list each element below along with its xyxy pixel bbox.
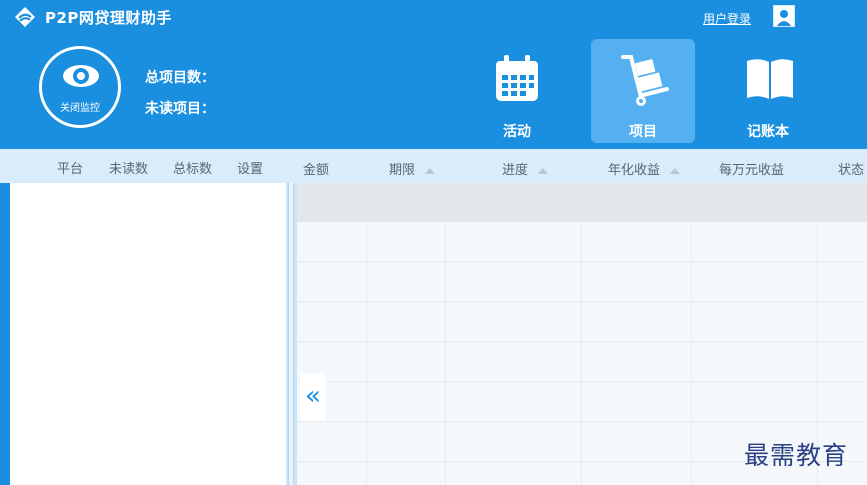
calendar-icon: [496, 55, 538, 101]
column-divider: [366, 183, 367, 485]
app-title: P2P网贷理财助手: [45, 9, 172, 27]
toggle-monitor-button[interactable]: 关闭监控: [39, 46, 121, 128]
col-settings[interactable]: 设置: [237, 158, 263, 177]
sort-ascending-icon: [538, 167, 549, 174]
sort-ascending-icon: [425, 167, 436, 174]
nav-tab-activity-label: 活动: [503, 124, 531, 140]
left-edge: [0, 183, 10, 485]
table-row[interactable]: [297, 263, 867, 302]
col-status[interactable]: 状态: [838, 159, 864, 178]
platform-list-header: 平台 未读数 总标数 设置: [0, 149, 297, 183]
col-yield-per-10k[interactable]: 每万元收益: [719, 159, 784, 178]
nav-tab-ledger-label: 记账本: [747, 124, 789, 140]
p2p-logo-icon: [15, 7, 35, 27]
col-term[interactable]: 期限: [389, 159, 436, 178]
table-row[interactable]: [297, 343, 867, 382]
sort-ascending-icon: [670, 167, 681, 174]
nav-tab-activity[interactable]: 活动: [465, 39, 569, 143]
eye-icon: [63, 65, 99, 87]
col-platform[interactable]: 平台: [57, 158, 83, 177]
project-table-header: 金额 期限 进度 年化收益 每万元收益 状态: [297, 149, 867, 183]
login-link[interactable]: 用户登录: [703, 10, 751, 27]
column-divider: [445, 183, 446, 485]
panel-splitter[interactable]: [286, 183, 297, 485]
table-row[interactable]: [297, 183, 867, 222]
table-row[interactable]: [297, 303, 867, 342]
monitor-label: 关闭监控: [60, 103, 100, 114]
column-divider: [581, 183, 582, 485]
col-amount[interactable]: 金额: [303, 159, 329, 178]
hand-truck-icon: [621, 55, 669, 106]
platform-list[interactable]: [10, 183, 286, 485]
unread-projects-label: 未读项目：: [145, 101, 215, 117]
col-total-count[interactable]: 总标数: [173, 158, 212, 177]
nav-tab-ledger[interactable]: 记账本: [716, 39, 820, 143]
table-row[interactable]: [297, 223, 867, 262]
title-bar: P2P网贷理财助手 用户登录: [0, 0, 867, 33]
nav-tab-projects[interactable]: 项目: [591, 39, 695, 143]
header-panel: 关闭监控 总项目数： 未读项目： 活动 项目 记账本: [0, 33, 867, 149]
user-avatar-icon[interactable]: [773, 5, 795, 27]
collapse-panel-button[interactable]: «: [300, 373, 326, 421]
total-projects-label: 总项目数：: [145, 70, 215, 86]
col-unread-count[interactable]: 未读数: [109, 158, 148, 177]
column-divider: [691, 183, 692, 485]
table-row[interactable]: [297, 383, 867, 422]
col-annual-yield[interactable]: 年化收益: [608, 159, 681, 178]
col-progress[interactable]: 进度: [502, 159, 549, 178]
nav-tab-projects-label: 项目: [629, 124, 657, 140]
open-book-icon: [747, 59, 793, 99]
watermark-text: 最需教育: [744, 441, 849, 470]
